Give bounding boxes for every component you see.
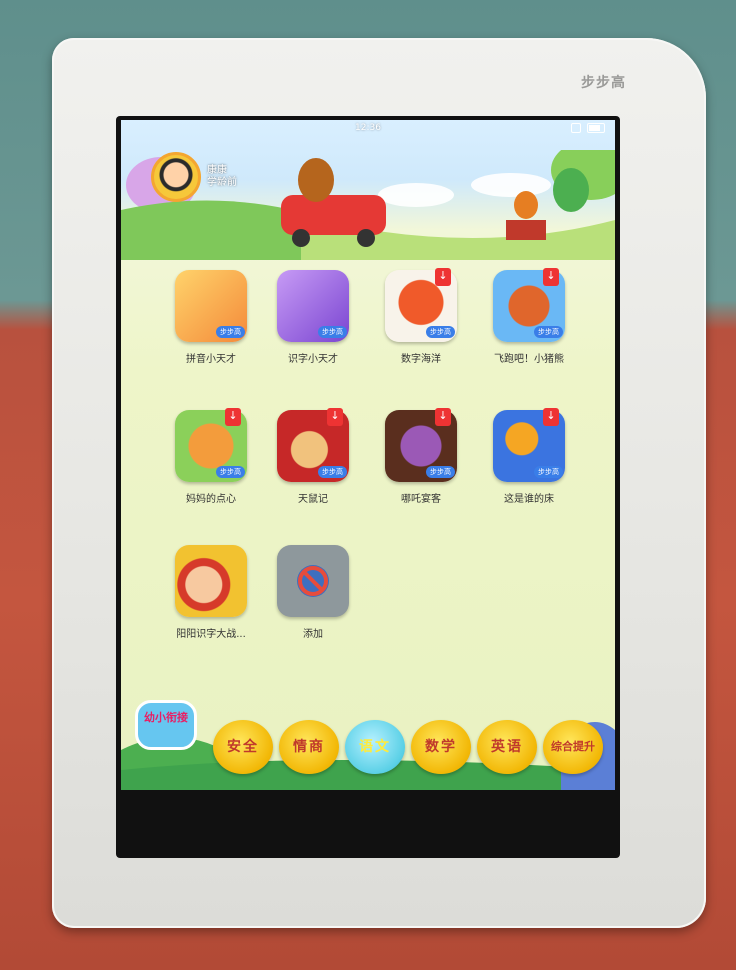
app-label: 阳阳识字大战...: [176, 629, 246, 640]
add-icon[interactable]: [277, 545, 349, 617]
app-tag: 步步高: [318, 466, 347, 478]
app-tag: 步步高: [534, 326, 563, 338]
download-icon: ↓: [543, 268, 559, 286]
yangyang-icon[interactable]: [175, 545, 247, 617]
tab-chinese[interactable]: 语文: [345, 720, 405, 774]
app-tag: 步步高: [318, 326, 347, 338]
app-tile[interactable]: ↓ 步步高 这是谁的床: [479, 408, 579, 505]
logo-badge[interactable]: 幼小衔接: [135, 700, 197, 750]
app-label: 添加: [303, 629, 323, 640]
brand-logo: 步步高: [581, 75, 626, 91]
pizza-icon[interactable]: ↓ 步步高: [175, 408, 247, 482]
download-icon: ↓: [225, 408, 241, 426]
app-label: 飞跑吧！小猪熊: [494, 354, 564, 365]
app-label: 识字小天才: [288, 354, 338, 365]
category-bar: 幼小衔接 安全 情商 语文 数学 英语 综合提升: [121, 680, 615, 790]
app-grid: 步步高 拼音小天才 步步高 识字小天才 ↓ 步步高 数字海洋 ↓ 步步高 飞跑吧…: [121, 120, 615, 680]
home-screen: 12:36 康康 学龄前 步步高 拼音小天才 步步高 识字小天才 ↓ 步步高 数…: [121, 120, 615, 790]
lion-icon[interactable]: ↓ 步步高: [277, 408, 349, 482]
download-icon: ↓: [435, 268, 451, 286]
app-label: 数字海洋: [401, 354, 441, 365]
category-tabs: 安全 情商 语文 数学 英语 综合提升: [213, 720, 603, 774]
download-icon: ↓: [327, 408, 343, 426]
tab-eq[interactable]: 情商: [279, 720, 339, 774]
app-label: 天鼠记: [298, 494, 328, 505]
app-tile[interactable]: 阳阳识字大战...: [161, 545, 261, 640]
pinyin-icon[interactable]: 步步高: [175, 270, 247, 342]
app-label: 拼音小天才: [186, 354, 236, 365]
app-tag: 步步高: [426, 466, 455, 478]
app-tile[interactable]: ↓ 步步高 数字海洋: [371, 268, 471, 365]
raccoon-icon[interactable]: ↓ 步步高: [493, 268, 565, 342]
bed-icon[interactable]: ↓ 步步高: [493, 408, 565, 482]
tab-comprehensive[interactable]: 综合提升: [543, 720, 603, 774]
app-tag: 步步高: [216, 466, 245, 478]
tab-safety[interactable]: 安全: [213, 720, 273, 774]
app-tile[interactable]: ↓ 步步高 飞跑吧！小猪熊: [479, 268, 579, 365]
tab-math[interactable]: 数学: [411, 720, 471, 774]
app-tag: 步步高: [216, 326, 245, 338]
app-tag: 步步高: [534, 466, 563, 478]
app-tile[interactable]: 步步高 拼音小天才: [161, 270, 261, 365]
app-tile[interactable]: 步步高 识字小天才: [263, 270, 363, 365]
app-tile[interactable]: 添加: [263, 545, 363, 640]
app-tile[interactable]: ↓ 步步高 妈妈的点心: [161, 408, 261, 505]
grapes-icon[interactable]: ↓ 步步高: [385, 408, 457, 482]
add-symbol-icon: [297, 565, 329, 597]
tab-english[interactable]: 英语: [477, 720, 537, 774]
crab-icon[interactable]: ↓ 步步高: [385, 268, 457, 342]
shizi-icon[interactable]: 步步高: [277, 270, 349, 342]
app-label: 哪吒宴客: [401, 494, 441, 505]
app-tile[interactable]: ↓ 步步高 天鼠记: [263, 408, 363, 505]
app-label: 妈妈的点心: [186, 494, 236, 505]
download-icon: ↓: [543, 408, 559, 426]
app-tag: 步步高: [426, 326, 455, 338]
app-label: 这是谁的床: [504, 494, 554, 505]
app-tile[interactable]: ↓ 步步高 哪吒宴客: [371, 408, 471, 505]
download-icon: ↓: [435, 408, 451, 426]
